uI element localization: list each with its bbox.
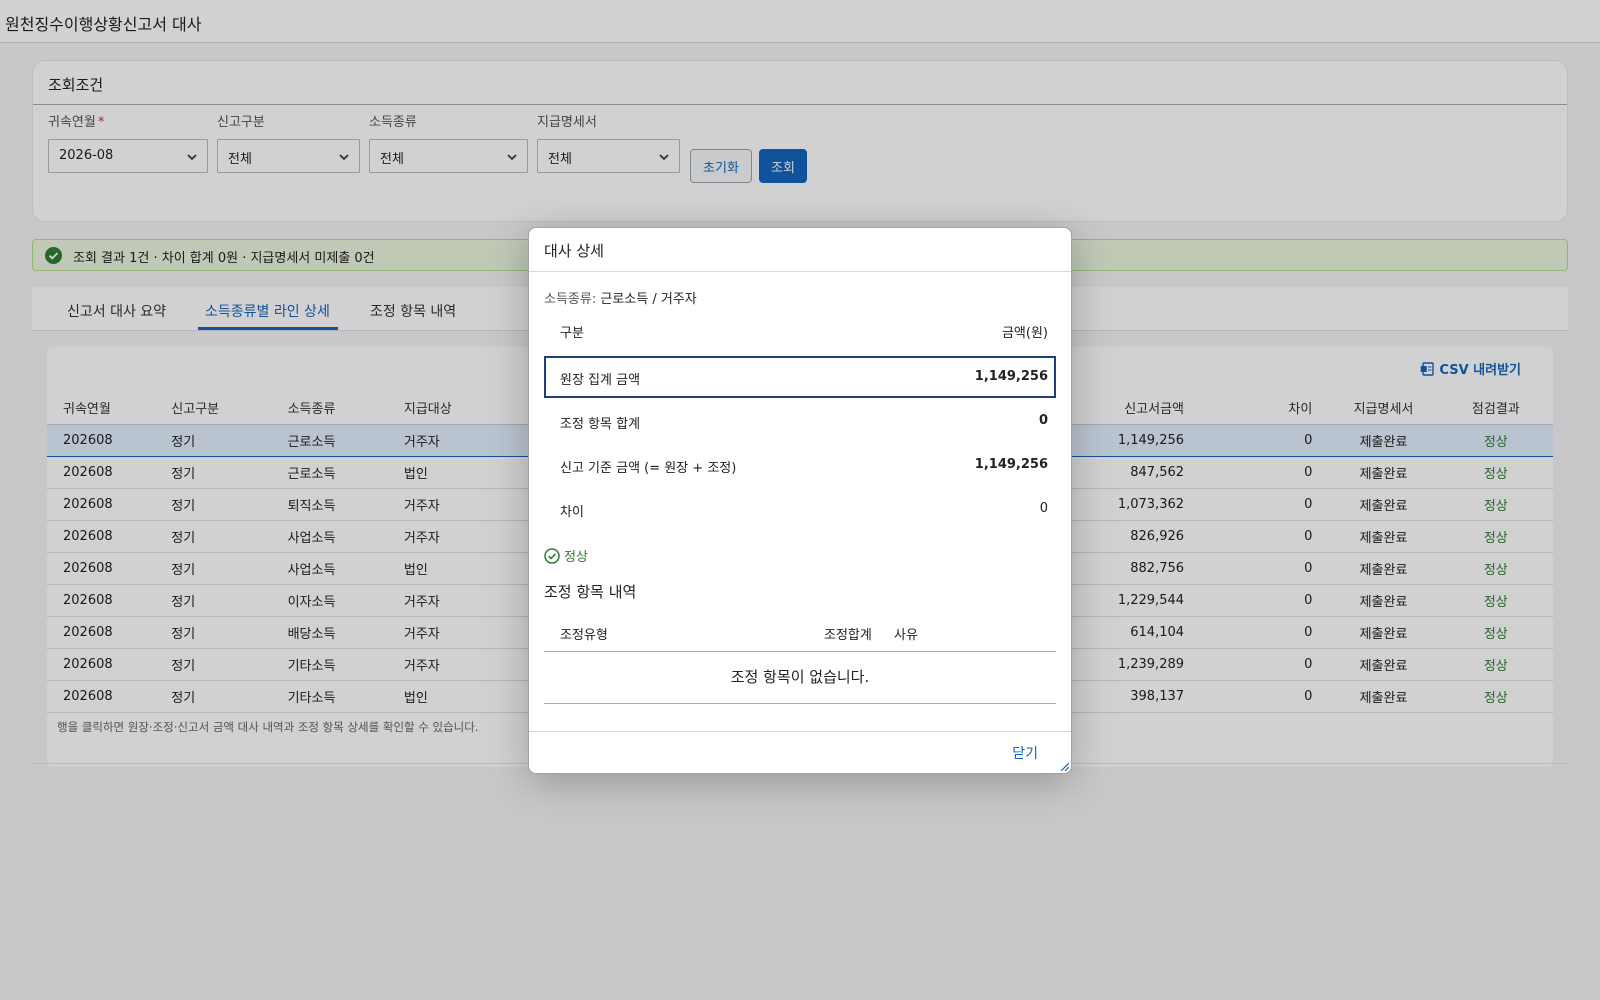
adjust-table-header: 조정유형 조정합계 사유 xyxy=(544,616,1056,652)
recon-row-label: 원장 집계 금액 xyxy=(560,373,641,388)
dialog-footer-divider xyxy=(529,731,1071,732)
recon-header-label: 구분 xyxy=(560,326,584,341)
recon-detail-dialog: 대사 상세 소득종류: 근로소득 / 거주자 구분 금액(원) 원장 집계 금액… xyxy=(528,227,1072,774)
recon-row-diff: 차이 0 xyxy=(544,488,1056,532)
recon-status: 정상 xyxy=(544,546,588,565)
adjust-col-reason: 사유 xyxy=(894,628,918,643)
adjust-col-total: 조정합계 xyxy=(824,628,872,643)
meta-label: 소득종류: xyxy=(544,292,597,307)
recon-row-value: 0 xyxy=(1039,501,1048,516)
recon-header-row: 구분 금액(원) xyxy=(544,318,1056,356)
adjust-col-type: 조정유형 xyxy=(560,628,608,643)
recon-status-text: 정상 xyxy=(564,550,588,565)
recon-table: 구분 금액(원) 원장 집계 금액 1,149,256 조정 항목 합계 0 신… xyxy=(544,318,1056,532)
meta-value: 근로소득 / 거주자 xyxy=(600,292,697,307)
recon-row-value: 1,149,256 xyxy=(974,369,1048,384)
recon-row-report-basis: 신고 기준 금액 (= 원장 + 조정) 1,149,256 xyxy=(544,444,1056,488)
resize-grip-icon[interactable] xyxy=(1059,761,1069,771)
check-circle-outline-icon xyxy=(544,548,560,564)
recon-row-label: 신고 기준 금액 (= 원장 + 조정) xyxy=(560,461,737,476)
recon-row-ledger: 원장 집계 금액 1,149,256 xyxy=(544,356,1056,398)
recon-row-value: 0 xyxy=(1038,413,1048,428)
adjust-section-title: 조정 항목 내역 xyxy=(544,583,637,601)
adjust-empty-message: 조정 항목이 없습니다. xyxy=(544,652,1056,704)
recon-row-value: 1,149,256 xyxy=(974,457,1048,472)
recon-row-adjust: 조정 항목 합계 0 xyxy=(544,400,1056,444)
dialog-meta: 소득종류: 근로소득 / 거주자 xyxy=(544,288,697,307)
recon-row-label: 차이 xyxy=(560,505,584,520)
dialog-header-divider xyxy=(529,271,1071,272)
close-button[interactable]: 닫기 xyxy=(1012,743,1038,763)
recon-header-value: 금액(원) xyxy=(1001,326,1048,341)
recon-row-label: 조정 항목 합계 xyxy=(560,417,641,432)
dialog-title: 대사 상세 xyxy=(544,242,604,260)
